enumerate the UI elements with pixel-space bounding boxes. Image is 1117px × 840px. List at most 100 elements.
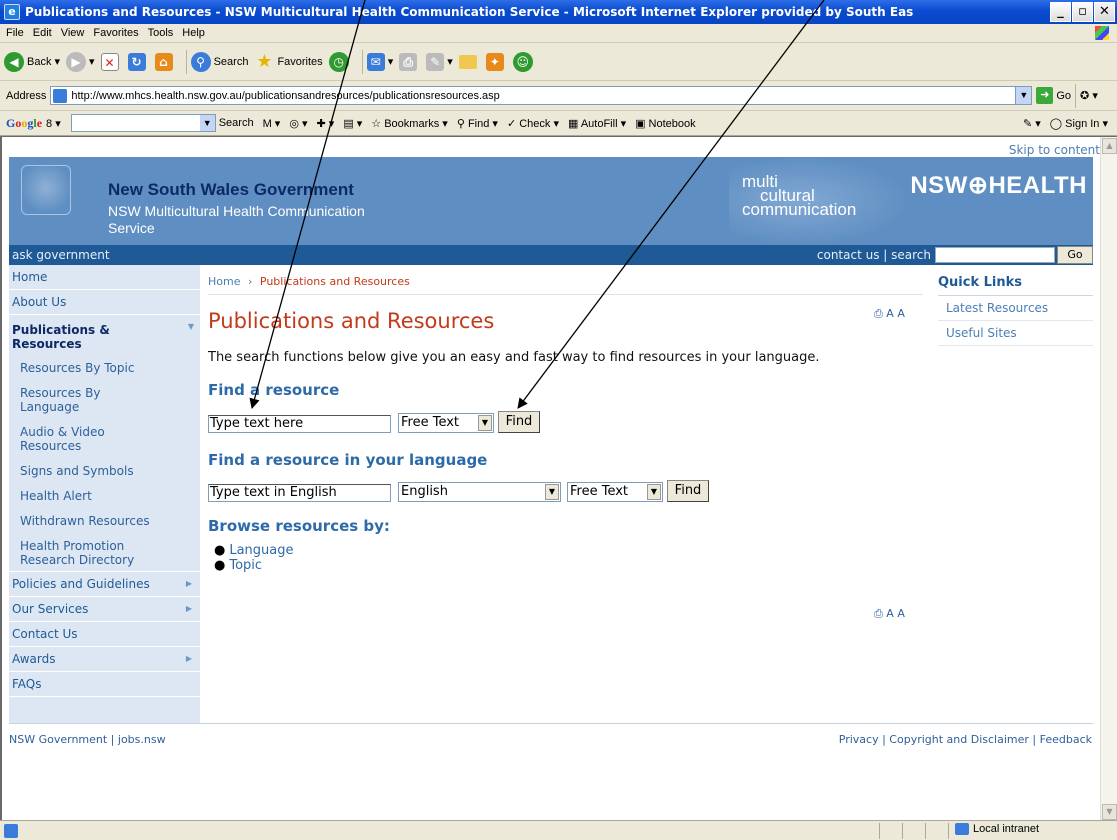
google-logo[interactable]: Google <box>6 116 42 131</box>
edit-icon: ✎ <box>426 52 445 71</box>
quick-link-useful-sites[interactable]: Useful Sites <box>938 321 1093 346</box>
sidebar-item-publications[interactable]: Publications & Resources ▼ <box>9 315 194 356</box>
scroll-down-icon[interactable]: ▼ <box>1102 804 1117 820</box>
google-toolbar: Google 8 ▾ ▼ Search M ▾ ◎ ▾ ✚ ▾ ▤ ▾ ☆ Bo… <box>0 111 1117 136</box>
browse-topic-link[interactable]: Topic <box>229 558 262 573</box>
find-language-button[interactable]: Find <box>667 480 709 502</box>
print-text-size-controls[interactable]: ⎙ A A <box>874 307 905 321</box>
status-cell <box>902 823 924 839</box>
sidebar-item-awards[interactable]: Awards ▶ <box>9 647 200 672</box>
autofill-button[interactable]: ▦ AutoFill ▾ <box>568 117 626 130</box>
sidebar-sub-resources-by-language[interactable]: Resources By Language <box>9 381 139 420</box>
back-label: Back <box>27 55 52 68</box>
find-button[interactable]: Find <box>498 411 540 433</box>
contact-search-links[interactable]: contact us | search <box>817 248 931 262</box>
google-bookmarks-button[interactable]: ☆ Bookmarks ▾ <box>371 117 448 130</box>
menu-favorites[interactable]: Favorites <box>93 27 138 39</box>
sidebar-item-contact-us[interactable]: Contact Us <box>9 622 200 647</box>
history-button[interactable]: ◷ <box>328 51 352 72</box>
site-banner: New South Wales Government NSW Multicult… <box>9 157 1093 245</box>
back-arrow-icon: ◀ <box>4 51 24 72</box>
forward-button[interactable]: ▶ ▾ <box>66 51 95 72</box>
sidebar-sub-withdrawn[interactable]: Withdrawn Resources <box>9 509 200 534</box>
gov-name[interactable]: New South Wales Government <box>108 180 354 200</box>
address-input[interactable]: http://www.mhcs.health.nsw.gov.au/public… <box>50 86 1033 105</box>
sidebar-item-our-services[interactable]: Our Services ▶ <box>9 597 200 622</box>
ask-government-link[interactable]: ask government <box>9 248 817 262</box>
plus-icon[interactable]: ✚ ▾ <box>317 117 335 130</box>
vertical-scrollbar[interactable]: ▲ ▼ <box>1100 137 1117 820</box>
print-icon: ⎙ <box>399 52 418 71</box>
close-button[interactable]: ✕ <box>1094 2 1115 22</box>
sidebar-sub-audio-video[interactable]: Audio & Video Resources <box>9 420 139 459</box>
go-button[interactable]: ➜ Go <box>1036 87 1071 104</box>
find-language-input[interactable]: Type text in English <box>208 484 391 502</box>
sidebar-item-label: About Us <box>12 295 67 309</box>
breadcrumb-home[interactable]: Home <box>208 275 240 288</box>
folder-button[interactable] <box>458 54 480 69</box>
favorites-star-icon: ★ <box>256 50 273 72</box>
refresh-button[interactable]: ↻ <box>127 52 149 71</box>
print-button[interactable]: ⎙ <box>399 52 420 71</box>
menu-view[interactable]: View <box>61 27 85 39</box>
blogger-icon[interactable]: ◎ ▾ <box>289 117 307 130</box>
browse-language-link[interactable]: Language <box>229 543 293 558</box>
nsw-health-logo: NSW⊕HEALTH <box>910 172 1087 199</box>
menu-help[interactable]: Help <box>182 27 205 39</box>
footer-right-links[interactable]: Privacy | Copyright and Disclaimer | Fee… <box>839 733 1092 746</box>
google-search-button[interactable]: Search <box>219 117 254 129</box>
gmail-icon[interactable]: M ▾ <box>263 117 281 130</box>
browser-viewport: Skip to content New South Wales Governme… <box>0 136 1117 820</box>
scroll-up-icon[interactable]: ▲ <box>1102 138 1117 154</box>
sidebar-item-policies[interactable]: Policies and Guidelines ▶ <box>9 571 200 597</box>
google-signin-button[interactable]: ◯ Sign In ▾ <box>1050 117 1108 130</box>
messenger-button[interactable]: ☺ <box>512 51 536 72</box>
menu-tools[interactable]: Tools <box>148 27 174 39</box>
google-g-menu[interactable]: 8 ▾ <box>46 117 61 130</box>
language-type-select[interactable]: Free Text ▼ <box>567 482 663 502</box>
title-bar: e Publications and Resources - NSW Multi… <box>0 0 1117 24</box>
maximize-button[interactable]: ▫ <box>1072 2 1093 22</box>
research-button[interactable]: ✦ <box>485 52 507 71</box>
sidebar-sub-resources-by-topic[interactable]: Resources By Topic <box>9 356 200 381</box>
home-icon: ⌂ <box>154 52 173 71</box>
google-search-input[interactable]: ▼ <box>70 114 216 132</box>
toolbar-separator <box>185 49 187 74</box>
sidebar-item-home[interactable]: Home <box>9 265 200 290</box>
mail-button[interactable]: ✉ ▾ <box>366 52 393 71</box>
google-find-button[interactable]: ⚲ Find ▾ <box>457 117 498 130</box>
sidebar-item-about-us[interactable]: About Us <box>9 290 200 315</box>
find-resource-input[interactable]: Type text here <box>208 415 391 433</box>
links-icon[interactable]: ✪ ▾ <box>1080 89 1098 102</box>
notebook-button[interactable]: ▣ Notebook <box>635 117 696 130</box>
messenger-icon: ☺ <box>512 51 533 72</box>
site-search-go-button[interactable]: Go <box>1057 246 1093 264</box>
wrench-icon[interactable]: ✎ ▾ <box>1023 117 1041 130</box>
language-select[interactable]: English ▼ <box>398 482 561 502</box>
print-text-size-controls-bottom[interactable]: ⎙ A A <box>874 607 905 621</box>
home-button[interactable]: ⌂ <box>154 52 176 71</box>
favorites-button[interactable]: ★ Favorites <box>254 50 322 72</box>
google-dropdown-icon[interactable]: ▼ <box>199 115 215 131</box>
stop-button[interactable]: ✕ <box>100 52 122 71</box>
menu-file[interactable]: File <box>6 27 24 39</box>
sidebar-item-faqs[interactable]: FAQs <box>9 672 200 697</box>
find-type-select[interactable]: Free Text ▼ <box>398 413 494 433</box>
spell-check-button[interactable]: ✓ Check ▾ <box>507 117 559 130</box>
menu-edit[interactable]: Edit <box>33 27 52 39</box>
page-rank-icon[interactable]: ▤ ▾ <box>343 117 362 130</box>
sidebar-sub-signs-symbols[interactable]: Signs and Symbols <box>9 459 200 484</box>
back-button[interactable]: ◀ Back ▾ <box>4 51 60 72</box>
minimize-button[interactable]: _ <box>1050 2 1071 22</box>
footer-left-links[interactable]: NSW Government | jobs.nsw <box>9 733 166 746</box>
address-dropdown-icon[interactable]: ▼ <box>1015 87 1032 104</box>
search-button[interactable]: ⚲ Search <box>190 51 248 72</box>
site-search-input[interactable] <box>935 247 1055 263</box>
sidebar-sub-health-alert[interactable]: Health Alert <box>9 484 200 509</box>
page-title: Publications and Resources <box>208 309 495 333</box>
sidebar-item-label: Awards <box>12 652 56 666</box>
skip-to-content-link[interactable]: Skip to content <box>1009 143 1100 157</box>
quick-link-latest-resources[interactable]: Latest Resources <box>938 296 1093 321</box>
sidebar-sub-health-promotion[interactable]: Health Promotion Research Directory <box>9 534 169 571</box>
edit-button[interactable]: ✎ ▾ <box>426 52 453 71</box>
